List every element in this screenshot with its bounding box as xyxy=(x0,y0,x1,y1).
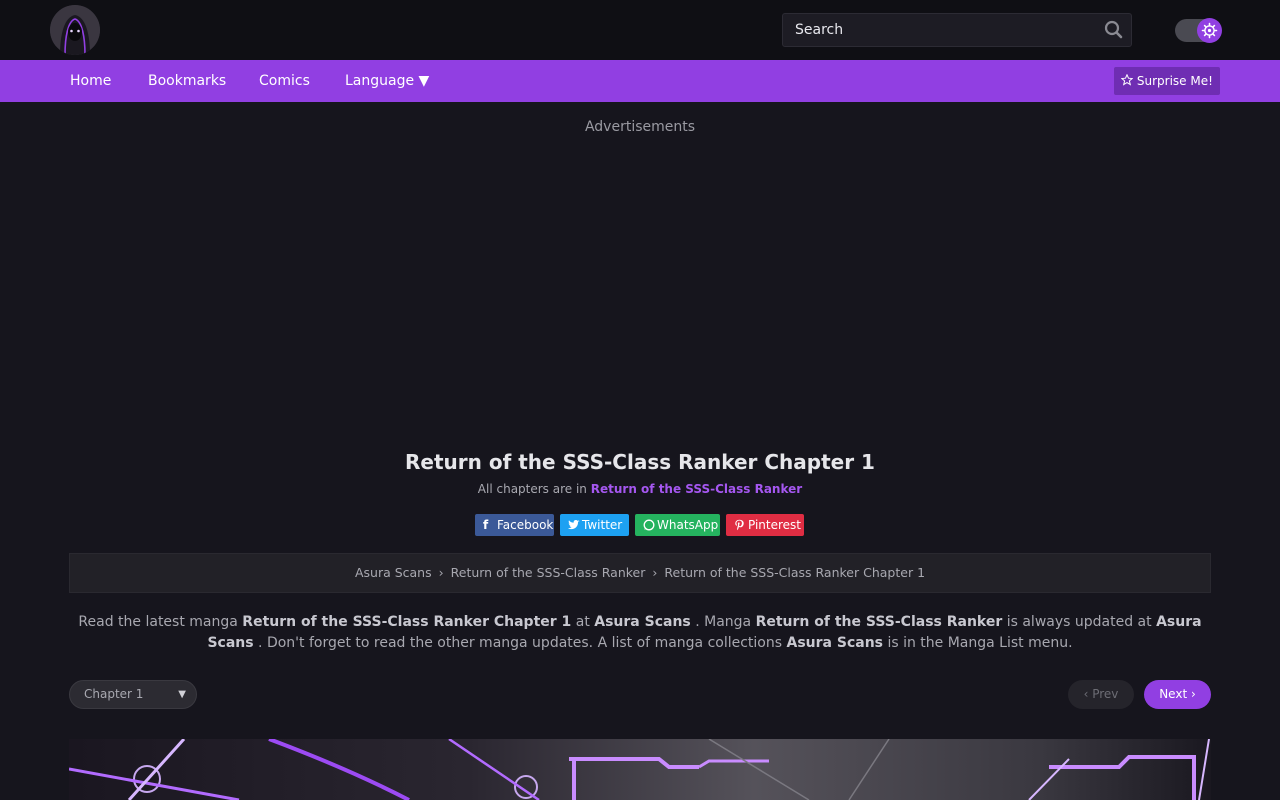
desc-bold-series: Return of the SSS-Class Ranker xyxy=(755,614,1003,630)
chapter-title: Return of the SSS-Class Ranker Chapter 1 xyxy=(405,450,875,474)
main-nav: Home Bookmarks Comics Language ▼ xyxy=(0,60,1280,102)
surprise-label: Surprise Me! xyxy=(1136,74,1213,88)
share-label: Facebook xyxy=(497,518,554,532)
desc-bold-site: Asura Scans xyxy=(786,635,884,651)
theme-toggle[interactable] xyxy=(1175,18,1222,43)
share-whatsapp-button[interactable]: WhatsApp xyxy=(635,514,720,536)
search-box xyxy=(782,13,1132,47)
hooded-figure-icon xyxy=(50,5,100,55)
breadcrumb-separator: › xyxy=(652,565,658,580)
twitter-icon xyxy=(568,514,582,536)
desc-bold-chapter: Return of the SSS-Class Ranker Chapter 1 xyxy=(242,614,572,630)
chapter-description: Read the latest manga Return of the SSS-… xyxy=(69,612,1211,654)
share-label: WhatsApp xyxy=(657,518,719,532)
chapter-page-image xyxy=(69,739,1211,800)
site-logo[interactable] xyxy=(50,5,100,55)
share-label: Pinterest xyxy=(748,518,802,532)
chapter-select-value: Chapter 1 xyxy=(84,687,144,701)
desc-text: . Manga xyxy=(695,614,752,630)
manga-page-artwork xyxy=(69,739,1211,800)
breadcrumb-separator: › xyxy=(438,565,444,580)
nav-home[interactable]: Home xyxy=(70,60,111,102)
advertisements-label: Advertisements xyxy=(584,119,696,135)
desc-text: at xyxy=(575,614,590,630)
next-button[interactable]: Next › xyxy=(1144,680,1211,709)
share-twitter-button[interactable]: Twitter xyxy=(560,514,629,536)
toggle-knob xyxy=(1197,18,1222,43)
breadcrumb-home[interactable]: Asura Scans xyxy=(355,565,432,580)
share-pinterest-button[interactable]: Pinterest xyxy=(726,514,804,536)
share-label: Twitter xyxy=(582,518,623,532)
top-header xyxy=(0,0,1280,60)
breadcrumb-series[interactable]: Return of the SSS-Class Ranker xyxy=(451,565,646,580)
gear-icon xyxy=(1201,22,1218,39)
chevron-down-icon: ▼ xyxy=(178,689,186,700)
breadcrumb: Asura Scans › Return of the SSS-Class Rank… xyxy=(69,553,1211,593)
search-button[interactable] xyxy=(1103,19,1125,41)
prev-button[interactable]: ‹ Prev xyxy=(1068,680,1134,709)
whatsapp-icon xyxy=(643,514,657,536)
desc-text: is always updated at xyxy=(1006,614,1152,630)
nav-language-dropdown[interactable]: Language ▼ xyxy=(345,60,429,102)
chapter-select[interactable]: Chapter 1 ▼ xyxy=(69,680,197,709)
desc-text: Read the latest manga xyxy=(78,614,238,630)
search-input[interactable] xyxy=(795,14,1095,46)
search-icon xyxy=(1104,20,1123,39)
series-link[interactable]: Return of the SSS-Class Ranker xyxy=(591,482,802,496)
breadcrumb-current: Return of the SSS-Class Ranker Chapter 1 xyxy=(664,565,926,580)
surprise-me-button[interactable]: Surprise Me! xyxy=(1114,67,1220,95)
star-icon xyxy=(1120,73,1134,86)
facebook-icon: f xyxy=(483,518,489,532)
pinterest-icon xyxy=(734,514,748,536)
nav-bookmarks[interactable]: Bookmarks xyxy=(148,60,226,102)
desc-text: . Don't forget to read the other manga u… xyxy=(258,635,783,651)
desc-bold-site: Asura Scans xyxy=(594,614,691,630)
nav-comics[interactable]: Comics xyxy=(259,60,310,102)
all-chapters-line: All chapters are in Return of the SSS-Cl… xyxy=(0,482,1280,496)
share-facebook-button[interactable]: f Facebook xyxy=(475,514,554,536)
all-chapters-prefix: All chapters are in xyxy=(477,482,587,496)
desc-text: is in the Manga List menu. xyxy=(887,635,1073,651)
